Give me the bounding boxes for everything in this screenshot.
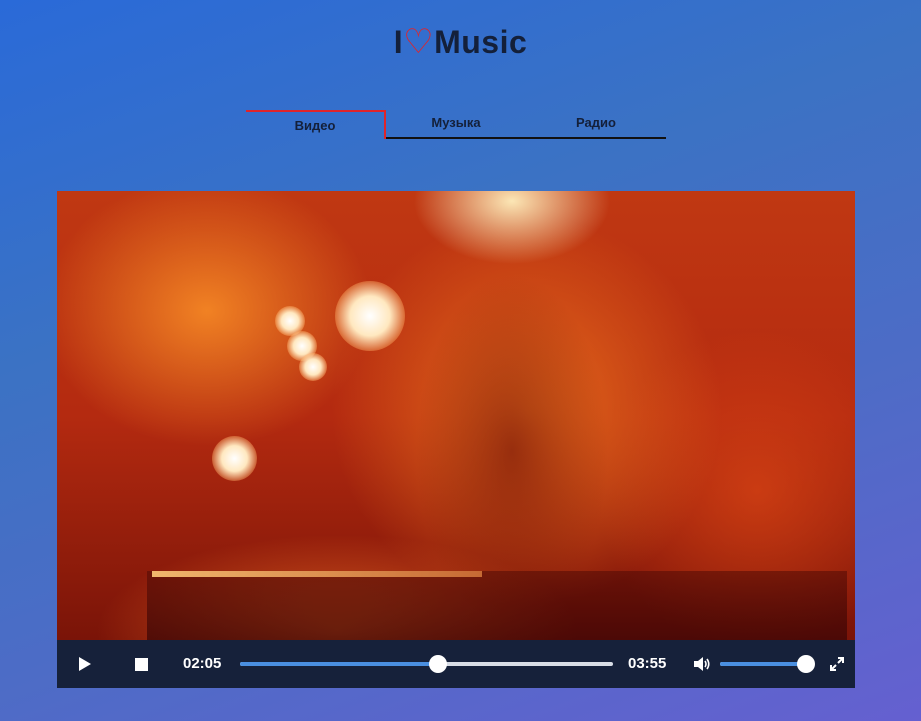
site-logo: I♡Music — [0, 22, 921, 62]
tab-video[interactable]: Видео — [246, 110, 386, 139]
progress-fill — [240, 662, 439, 666]
media-tabs: Видео Музыка Радио — [246, 110, 666, 140]
logo-suffix: Music — [434, 24, 528, 60]
volume-handle[interactable] — [797, 655, 815, 673]
stop-icon[interactable] — [135, 658, 148, 671]
logo-prefix: I — [393, 24, 404, 60]
heart-icon: ♡ — [403, 23, 435, 61]
stage-amplifier — [147, 571, 847, 640]
stage-amplifier-edge — [152, 571, 482, 577]
progress-handle[interactable] — [429, 655, 448, 673]
volume-fill — [720, 662, 808, 666]
player-controls: 02:05 03:55 — [57, 640, 855, 688]
video-frame[interactable] — [57, 191, 855, 640]
volume-icon[interactable] — [693, 656, 711, 672]
volume-slider[interactable] — [720, 655, 815, 673]
stage-light — [335, 281, 405, 351]
tab-radio[interactable]: Радио — [526, 110, 666, 139]
fullscreen-icon[interactable] — [829, 656, 845, 672]
progress-bar[interactable] — [240, 655, 613, 673]
stage-light — [299, 353, 327, 381]
current-time: 02:05 — [183, 655, 222, 672]
stage-light — [212, 436, 257, 481]
video-player: 02:05 03:55 — [57, 191, 855, 688]
tab-music[interactable]: Музыка — [386, 110, 526, 139]
play-icon[interactable] — [79, 657, 91, 671]
duration-time: 03:55 — [628, 655, 667, 672]
